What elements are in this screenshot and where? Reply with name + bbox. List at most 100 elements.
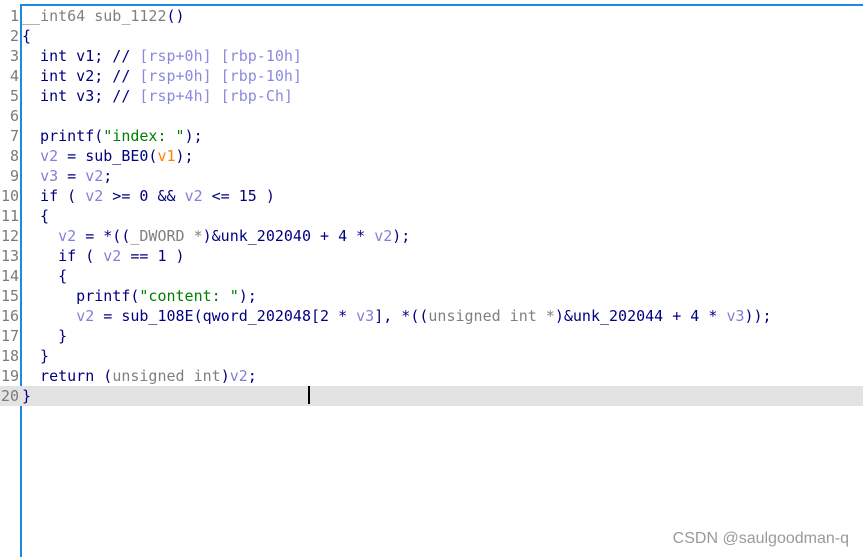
code-line[interactable]: 19 return (unsigned int)v2;	[0, 366, 863, 386]
line-number: 6	[9, 107, 19, 125]
code-token: )	[220, 367, 230, 385]
line-number: 20	[0, 387, 19, 405]
code-text: if ( v2 == 1 )	[22, 246, 185, 266]
code-text: if ( v2 >= 0 && v2 <= 15 )	[22, 186, 275, 206]
code-token: );	[175, 147, 194, 165]
code-token: "index: "	[103, 127, 185, 145]
code-token: unsigned int	[112, 367, 221, 385]
code-text: v2 = sub_BE0(v1);	[22, 146, 194, 166]
code-text: {	[22, 26, 31, 46]
code-text: return (unsigned int)v2;	[22, 366, 257, 386]
code-token: v3	[40, 167, 59, 185]
code-line[interactable]: 6	[0, 106, 863, 126]
code-token: ()	[166, 7, 185, 25]
code-token: ], *((	[374, 307, 429, 325]
line-number: 2	[9, 27, 19, 45]
code-text: {	[22, 206, 49, 226]
line-number: 15	[0, 287, 19, 305]
code-token: v3	[356, 307, 375, 325]
line-number: 14	[0, 267, 19, 285]
code-token: int v3; //	[22, 87, 140, 105]
code-token: if (	[22, 187, 86, 205]
code-line[interactable]: 3 int v1; // [rsp+0h] [rbp-10h]	[0, 46, 863, 66]
code-token: )&unk_202044 + 4 *	[554, 307, 727, 325]
code-token: = sub_108E(qword_202048[2 *	[94, 307, 357, 325]
code-token: v2	[103, 247, 122, 265]
line-number: 19	[0, 367, 19, 385]
code-token: v2	[85, 187, 104, 205]
code-token: [rsp+0h] [rbp-10h]	[139, 67, 302, 85]
line-number: 10	[0, 187, 19, 205]
code-token: {	[22, 267, 68, 285]
code-token: printf(	[22, 287, 140, 305]
code-token: == 1 )	[121, 247, 185, 265]
code-line[interactable]: 18 }	[0, 346, 863, 366]
line-number: 18	[0, 347, 19, 365]
line-number: 9	[9, 167, 19, 185]
code-token: ;	[103, 167, 113, 185]
code-token: int v1; //	[22, 47, 140, 65]
code-line[interactable]: 7 printf("index: ");	[0, 126, 863, 146]
code-token: return (	[22, 367, 113, 385]
code-text: printf("content: ");	[22, 286, 257, 306]
code-token: v3	[726, 307, 745, 325]
code-token: =	[58, 167, 86, 185]
code-token: int v2; //	[22, 67, 140, 85]
code-line[interactable]: 13 if ( v2 == 1 )	[0, 246, 863, 266]
code-line[interactable]: 10 if ( v2 >= 0 && v2 <= 15 )	[0, 186, 863, 206]
code-line[interactable]: 16 v2 = sub_108E(qword_202048[2 * v3], *…	[0, 306, 863, 326]
code-token: v2	[58, 227, 77, 245]
code-token: _DWORD *	[130, 227, 203, 245]
code-token: unsigned int *	[428, 307, 555, 325]
code-line[interactable]: 15 printf("content: ");	[0, 286, 863, 306]
code-text: v3 = v2;	[22, 166, 112, 186]
code-token: __int64 sub_1122	[22, 7, 167, 25]
code-line[interactable]: 11 {	[0, 206, 863, 226]
code-token: v2	[40, 147, 59, 165]
code-line[interactable]: 8 v2 = sub_BE0(v1);	[0, 146, 863, 166]
code-token: }	[22, 347, 50, 365]
code-token: = *((	[76, 227, 131, 245]
code-token: if (	[22, 247, 104, 265]
code-line[interactable]: 4 int v2; // [rsp+0h] [rbp-10h]	[0, 66, 863, 86]
code-line[interactable]: 17 }	[0, 326, 863, 346]
code-token: v2	[184, 187, 203, 205]
pseudocode-editor[interactable]: 1 __int64 sub_1122() 2{3 int v1; // [rsp+0…	[0, 6, 863, 406]
code-line[interactable]: 9 v3 = v2;	[0, 166, 863, 186]
code-text: __int64 sub_1122()	[22, 6, 185, 26]
text-cursor	[308, 386, 310, 404]
code-token: v1	[157, 147, 176, 165]
code-text: printf("index: ");	[22, 126, 203, 146]
line-number: 11	[0, 207, 19, 225]
code-token: {	[22, 207, 50, 225]
code-line[interactable]: 14 {	[0, 266, 863, 286]
code-token: [rsp+4h] [rbp-Ch]	[139, 87, 293, 105]
code-text: int v3; // [rsp+4h] [rbp-Ch]	[22, 86, 293, 106]
watermark: CSDN @saulgoodman-q	[672, 530, 849, 547]
code-token: )&unk_202040 + 4 *	[202, 227, 375, 245]
code-token: <= 15 )	[202, 187, 275, 205]
code-token: {	[22, 27, 32, 45]
line-number: 4	[9, 67, 19, 85]
code-line[interactable]: 1 __int64 sub_1122()	[0, 6, 863, 26]
code-token: >= 0 &&	[103, 187, 185, 205]
code-text: }	[22, 326, 67, 346]
code-line[interactable]: 5 int v3; // [rsp+4h] [rbp-Ch]	[0, 86, 863, 106]
code-token: v2	[229, 367, 248, 385]
code-token: printf(	[22, 127, 104, 145]
code-token: = sub_BE0(	[58, 147, 158, 165]
code-token: ));	[744, 307, 772, 325]
code-text: {	[22, 266, 67, 286]
code-token: }	[22, 387, 32, 405]
line-number: 12	[0, 227, 19, 245]
code-line[interactable]: 20}	[0, 386, 863, 406]
code-line[interactable]: 12 v2 = *((_DWORD *)&unk_202040 + 4 * v2…	[0, 226, 863, 246]
line-number: 17	[0, 327, 19, 345]
code-line[interactable]: 2{	[0, 26, 863, 46]
code-text: int v2; // [rsp+0h] [rbp-10h]	[22, 66, 302, 86]
code-token: v2	[85, 167, 104, 185]
line-number: 7	[9, 127, 19, 145]
code-token: v2	[76, 307, 95, 325]
